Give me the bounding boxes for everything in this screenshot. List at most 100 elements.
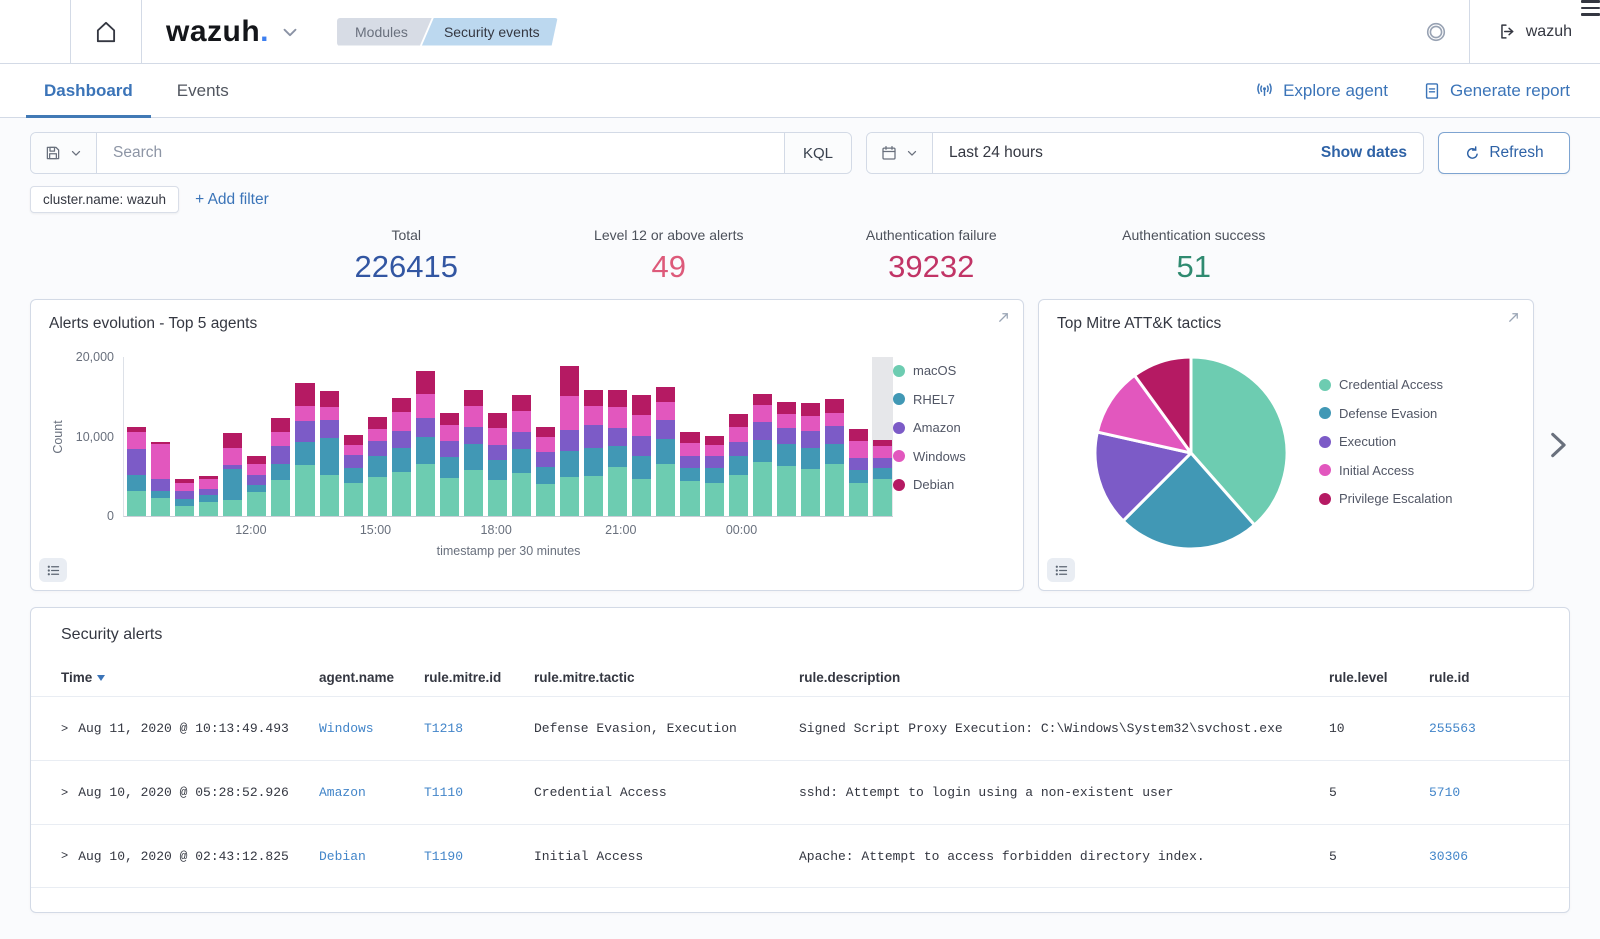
column-header-rule-mitre-tactic[interactable]: rule.mitre.tactic [534, 670, 799, 685]
cell-rule-id[interactable]: 255563 [1429, 721, 1539, 736]
stacked-bar[interactable] [343, 357, 364, 516]
sort-desc-icon [97, 675, 105, 681]
x-tick: 21:00 [605, 523, 636, 537]
column-header-rule-mitre-id[interactable]: rule.mitre.id [424, 670, 534, 685]
stacked-bar[interactable] [631, 357, 652, 516]
y-tick: 0 [107, 509, 114, 523]
security-alerts-panel: Security alerts Time agent.name rule.mit… [30, 607, 1570, 913]
column-header-time[interactable]: Time [61, 670, 319, 685]
next-panel-chevron-icon[interactable] [1540, 428, 1574, 462]
y-axis-title: Count [51, 420, 65, 453]
stacked-bar[interactable] [704, 357, 725, 516]
stacked-bar[interactable] [198, 357, 219, 516]
legend-label: RHEL7 [913, 392, 955, 407]
stacked-bar[interactable] [872, 357, 893, 516]
stacked-bar[interactable] [776, 357, 797, 516]
expand-row-icon[interactable]: > [61, 849, 68, 863]
legend-item[interactable]: Execution [1319, 434, 1452, 449]
x-axis-title: timestamp per 30 minutes [124, 544, 893, 558]
stacked-bar[interactable] [800, 357, 821, 516]
tab-events[interactable]: Events [159, 64, 247, 117]
stacked-bar[interactable] [415, 357, 436, 516]
legend-item[interactable]: Initial Access [1319, 463, 1452, 478]
security-alerts-table: Time agent.name rule.mitre.id rule.mitre… [31, 658, 1569, 888]
stacked-bar[interactable] [463, 357, 484, 516]
expand-icon[interactable] [996, 310, 1011, 325]
cell-rule-id[interactable]: 5710 [1429, 785, 1539, 800]
stacked-bar[interactable] [439, 357, 460, 516]
cell-rule-mitre-id[interactable]: T1190 [424, 849, 534, 864]
stacked-bar[interactable] [511, 357, 532, 516]
stacked-bar[interactable] [294, 357, 315, 516]
pie-chart-legend: Credential Access Defense Evasion Executio… [1319, 335, 1452, 557]
cell-rule-level: 10 [1329, 721, 1429, 736]
bar-chart-legend: macOS RHEL7 Amazon Windows Debian [893, 333, 1005, 517]
legend-label: Windows [913, 449, 966, 464]
cell-agent-name[interactable]: Amazon [319, 785, 424, 800]
bar-chart-plot: Count 20,000 10,000 0 timestamp per 30 m… [123, 357, 893, 517]
cell-rule-mitre-tactic: Initial Access [534, 849, 799, 864]
legend-item[interactable]: RHEL7 [893, 392, 1005, 407]
cell-time: Aug 11, 2020 @ 10:13:49.493 [78, 721, 289, 736]
stacked-bar[interactable] [559, 357, 580, 516]
stacked-bar[interactable] [150, 357, 171, 516]
legend-toggle-icon[interactable] [39, 558, 67, 582]
stacked-bar[interactable] [848, 357, 869, 516]
stacked-bar[interactable] [679, 357, 700, 516]
pie-chart[interactable] [1087, 349, 1295, 557]
cell-rule-mitre-id[interactable]: T1218 [424, 721, 534, 736]
stacked-bar[interactable] [246, 357, 267, 516]
legend-item[interactable]: Defense Evasion [1319, 406, 1452, 421]
expand-icon[interactable] [1506, 310, 1521, 325]
stacked-bar[interactable] [535, 357, 556, 516]
expand-row-icon[interactable]: > [61, 786, 68, 800]
column-header-rule-id[interactable]: rule.id [1429, 670, 1539, 685]
stacked-bar[interactable] [319, 357, 340, 516]
stacked-bar[interactable] [607, 357, 628, 516]
stacked-bar[interactable] [222, 357, 243, 516]
legend-item[interactable]: Amazon [893, 420, 1005, 435]
column-header-rule-description[interactable]: rule.description [799, 670, 1329, 685]
expand-row-icon[interactable]: > [61, 722, 68, 736]
y-tick: 20,000 [76, 350, 114, 364]
x-tick: 00:00 [726, 523, 757, 537]
stacked-bar[interactable] [487, 357, 508, 516]
cell-rule-description: Apache: Attempt to access forbidden dire… [799, 849, 1329, 864]
breadcrumb-modules[interactable]: Modules [337, 18, 432, 46]
legend-dot [893, 422, 905, 434]
tab-dashboard[interactable]: Dashboard [26, 64, 151, 117]
y-tick: 10,000 [76, 430, 114, 444]
legend-item[interactable]: Privilege Escalation [1319, 491, 1452, 506]
stacked-bar[interactable] [752, 357, 773, 516]
stacked-bar[interactable] [728, 357, 749, 516]
breadcrumb: Modules Security events [337, 18, 558, 46]
cell-rule-mitre-id[interactable]: T1110 [424, 785, 534, 800]
stacked-bar[interactable] [824, 357, 845, 516]
legend-dot [893, 365, 905, 377]
column-header-agent-name[interactable]: agent.name [319, 670, 424, 685]
legend-label: Credential Access [1339, 377, 1443, 392]
legend-item[interactable]: Debian [893, 477, 1005, 492]
cell-rule-description: sshd: Attempt to login using a non-exist… [799, 785, 1329, 800]
legend-toggle-icon[interactable] [1047, 558, 1075, 582]
stacked-bar[interactable] [391, 357, 412, 516]
stacked-bar[interactable] [367, 357, 388, 516]
stacked-bar[interactable] [270, 357, 291, 516]
menu-icon[interactable] [0, 0, 70, 63]
legend-label: Initial Access [1339, 463, 1414, 478]
stacked-bar[interactable] [655, 357, 676, 516]
cell-time: Aug 10, 2020 @ 02:43:12.825 [78, 849, 289, 864]
column-header-rule-level[interactable]: rule.level [1329, 670, 1429, 685]
cell-agent-name[interactable]: Debian [319, 849, 424, 864]
cell-rule-level: 5 [1329, 849, 1429, 864]
table-row: > Aug 10, 2020 @ 02:43:12.825 Debian T119… [31, 824, 1569, 888]
stacked-bar[interactable] [583, 357, 604, 516]
cell-rule-id[interactable]: 30306 [1429, 849, 1539, 864]
legend-item[interactable]: macOS [893, 363, 1005, 378]
stacked-bar[interactable] [126, 357, 147, 516]
legend-item[interactable]: Credential Access [1319, 377, 1452, 392]
legend-label: Debian [913, 477, 954, 492]
stacked-bar[interactable] [174, 357, 195, 516]
cell-agent-name[interactable]: Windows [319, 721, 424, 736]
legend-item[interactable]: Windows [893, 449, 1005, 464]
